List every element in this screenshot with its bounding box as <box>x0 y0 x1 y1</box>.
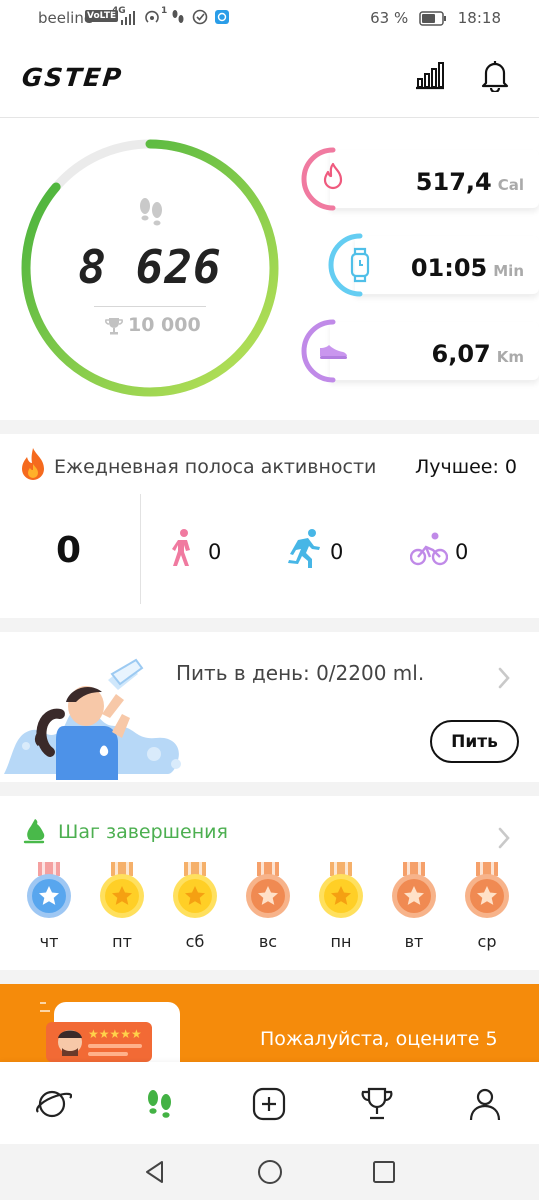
status-right: 63 % 18:18 <box>370 9 501 27</box>
battery-icon <box>419 11 446 26</box>
step-completion-title: Шаг завершения <box>58 821 228 843</box>
sneaker-icon <box>301 319 347 383</box>
nav-add-icon[interactable] <box>249 1084 289 1124</box>
home-icon[interactable] <box>256 1158 284 1186</box>
run-icon <box>288 529 320 568</box>
activity-streak-card: Ежедневная полоса активности Лучшее: 0 0… <box>0 434 539 618</box>
step-completion-card[interactable]: Шаг завершения чт пт сб вс пн вт ср <box>0 796 539 970</box>
rate-app-banner[interactable]: ★★★★★ Пожалуйста, оцените 5 <box>0 984 539 1062</box>
medal-icon[interactable] <box>389 862 439 922</box>
steps-divider <box>94 306 206 307</box>
check-circle-icon <box>192 9 208 25</box>
back-icon[interactable] <box>141 1158 169 1186</box>
day-label: пн <box>330 932 352 951</box>
day-label: вт <box>404 932 424 951</box>
steps-count: 8 626 <box>78 240 222 294</box>
day-label: пт <box>112 932 132 951</box>
hotspot-count: 1 <box>161 6 168 16</box>
medal-icon[interactable] <box>462 862 512 922</box>
nav-steps-icon[interactable] <box>140 1084 180 1124</box>
distance-value: 6,07 Km <box>431 340 524 368</box>
app-notification-icon <box>215 10 229 24</box>
chevron-right-icon[interactable] <box>496 826 512 850</box>
flame-icon <box>22 448 44 480</box>
day-label: чт <box>39 932 59 951</box>
calories-value: 517,4 Cal <box>415 168 524 196</box>
signal-icon <box>121 11 135 25</box>
walk-count: 0 <box>208 540 222 564</box>
bike-icon <box>410 532 448 566</box>
streak-best: Лучшее: 0 <box>414 456 517 478</box>
system-navigation-bar <box>0 1144 539 1200</box>
battery-percent: 63 % <box>370 9 409 27</box>
steps-card: 8 626 10 000 517,4 Cal 01:05 Min 6,07 Km <box>0 118 539 420</box>
day-label: вс <box>258 932 278 951</box>
recents-icon[interactable] <box>370 1158 398 1186</box>
day-label: сб <box>185 932 205 951</box>
hotspot-icon <box>145 10 159 23</box>
streak-title: Ежедневная полоса активности <box>54 456 377 478</box>
steps-goal: 10 000 <box>128 314 201 336</box>
bottom-navigation <box>0 1062 539 1144</box>
medal-icon[interactable] <box>24 862 74 922</box>
water-goal-text: Пить в день: 0/2200 ml. <box>176 661 425 685</box>
stats-icon[interactable] <box>414 60 446 90</box>
rate-app-text: Пожалуйста, оцените 5 <box>260 1028 498 1050</box>
fire-icon <box>301 147 343 211</box>
bell-icon[interactable] <box>480 58 510 92</box>
medal-icon[interactable] <box>170 862 220 922</box>
clock: 18:18 <box>457 9 501 27</box>
day-label: ср <box>477 932 497 951</box>
drinking-girl-illustration <box>4 658 181 780</box>
medal-icon[interactable] <box>97 862 147 922</box>
run-count: 0 <box>330 540 344 564</box>
shoe-icon <box>23 819 45 844</box>
status-bar: beeline VoLTE 4G 1 63 % 18:18 <box>0 0 539 36</box>
streak-count: 0 <box>56 530 82 571</box>
app-logo: GSTEP <box>20 63 125 92</box>
nav-challenges-trophy-icon[interactable] <box>357 1084 397 1124</box>
walk-icon <box>172 529 190 566</box>
chevron-right-icon[interactable] <box>496 666 512 690</box>
nav-profile-icon[interactable] <box>465 1084 505 1124</box>
app-header: GSTEP <box>0 36 539 118</box>
bike-count: 0 <box>455 540 469 564</box>
trophy-icon <box>105 318 123 335</box>
water-card[interactable]: Пить в день: 0/2200 ml. Пить <box>0 632 539 782</box>
drink-button[interactable]: Пить <box>430 720 519 763</box>
nav-explore-planet-icon[interactable] <box>32 1084 72 1124</box>
medal-icon[interactable] <box>316 862 366 922</box>
rating-illustration: ★★★★★ <box>40 1002 180 1062</box>
watch-icon <box>328 233 370 297</box>
footsteps-status-icon <box>172 10 184 23</box>
footsteps-icon <box>140 198 162 226</box>
time-value: 01:05 Min <box>410 254 524 282</box>
streak-divider <box>140 494 141 604</box>
svg-text:★★★★★: ★★★★★ <box>88 1027 142 1041</box>
medal-icon[interactable] <box>243 862 293 922</box>
